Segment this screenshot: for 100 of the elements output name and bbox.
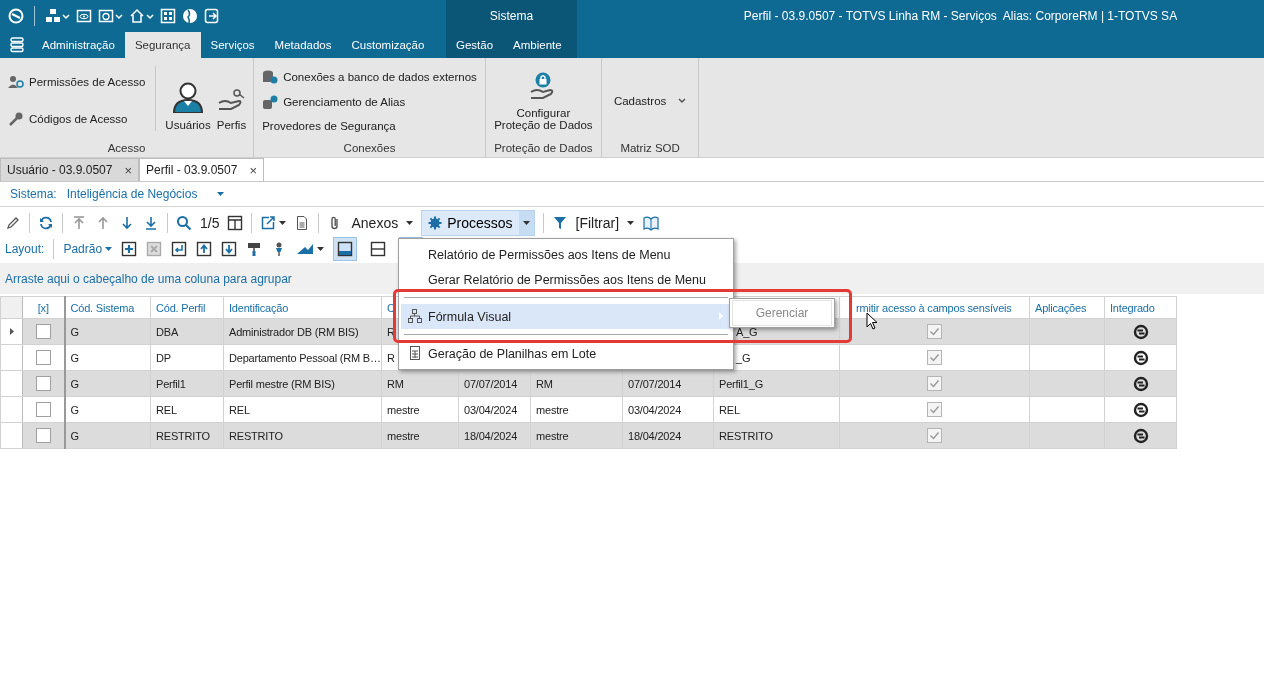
column-header[interactable]: [x] [37, 301, 49, 314]
sync-icon [1132, 427, 1149, 444]
table-cell: G [70, 403, 79, 416]
table-cell: R [387, 351, 395, 364]
add-row-icon[interactable] [121, 241, 138, 257]
home-icon[interactable] [129, 8, 145, 24]
ribbon-tab[interactable]: Customização [341, 32, 435, 58]
processes-button[interactable]: Processos [421, 209, 535, 236]
table-cell: G [70, 377, 79, 390]
checkbox[interactable] [35, 324, 51, 339]
panel-layout-icon [337, 241, 354, 257]
checkbox[interactable] [35, 350, 51, 365]
table-cell: G [70, 325, 79, 338]
columns-icon[interactable] [227, 214, 244, 231]
table-cell: mestre [536, 429, 569, 442]
exit-icon[interactable] [204, 8, 220, 24]
checkbox[interactable] [35, 402, 51, 417]
eye-window-icon[interactable] [76, 8, 92, 24]
system-dropdown[interactable]: Inteligência de Negócios [66, 187, 225, 201]
table-cell: Perfil1 [156, 377, 186, 390]
attachments-button[interactable]: Anexos [351, 214, 399, 231]
ribbon-dropdown[interactable]: Cadastros [605, 62, 695, 139]
panel-layout-icon [370, 241, 387, 257]
down-arrow-icon[interactable] [119, 214, 135, 231]
logo-icon[interactable] [8, 8, 24, 24]
menu-item[interactable]: Relatório de Permissões aos Itens de Menu [401, 242, 731, 267]
table-cell: RM [536, 377, 553, 390]
ribbon-button[interactable]: Provedores de Segurança [258, 118, 481, 135]
view-toggle[interactable] [333, 237, 358, 261]
refresh-window-icon[interactable] [98, 8, 114, 24]
table-cell: RM [387, 377, 404, 390]
caret-icon[interactable] [217, 191, 225, 197]
group-panel-hint: Arraste aqui o cabeçalho de uma coluna para agrupar [5, 271, 292, 286]
layout-dropdown[interactable]: Padrão [63, 242, 113, 256]
table-cell: _G [736, 351, 751, 364]
ribbon-tab[interactable]: Gestão [446, 32, 504, 58]
window-title: Perfil - 03.9.0507 - TOTVS Linha RM - Serviços Alias: CorporeRM | 1-TOTVS SA [743, 9, 1178, 23]
last-record-icon[interactable] [143, 214, 159, 231]
close-button[interactable]: × [124, 162, 132, 178]
search-icon[interactable] [176, 214, 192, 231]
table-cell: G [70, 351, 79, 364]
org-chart-icon[interactable] [45, 8, 61, 24]
export-icon[interactable] [260, 214, 277, 231]
ribbon-button[interactable]: Perfis [213, 62, 250, 139]
table-cell: RESTRITO [229, 429, 283, 442]
table-cell: Perfil1_G [719, 377, 764, 390]
table-cell: A_G [736, 325, 758, 338]
current-row-icon [8, 327, 15, 336]
ribbon-tab[interactable]: Ambiente [503, 32, 572, 58]
ribbon-button[interactable]: Permissões de Acesso [4, 72, 150, 93]
move-down-icon[interactable] [221, 241, 238, 257]
record-counter: 1/5 [200, 214, 220, 231]
table-cell: mestre [387, 429, 420, 442]
menu-icon[interactable] [10, 37, 24, 53]
sync-icon [1132, 375, 1149, 392]
caret-icon[interactable] [522, 219, 530, 226]
ribbon-button[interactable]: Conexões a banco de dados externos [258, 66, 481, 87]
checkbox[interactable] [35, 376, 51, 391]
document-tab[interactable]: Perfil - 03.9.0507 × [139, 158, 264, 181]
caret-icon[interactable] [105, 246, 113, 252]
table-cell: 03/04/2024 [464, 403, 518, 416]
ribbon-tab[interactable]: Metadados [264, 32, 342, 58]
caret-icon[interactable] [627, 219, 635, 226]
enter-icon[interactable] [171, 241, 188, 257]
field-label: Sistema: [10, 187, 57, 201]
ribbon-button[interactable]: Configurar Proteção de Dados [491, 62, 596, 139]
ribbon-tab[interactable]: Segurança [124, 32, 201, 58]
ribbon-group-label: Matriz SOD [620, 142, 680, 154]
table-cell: REL [719, 403, 740, 416]
move-up-icon[interactable] [196, 241, 213, 257]
menu-item[interactable]: Geração de Planilhas em Lote [401, 341, 731, 366]
first-record-icon[interactable] [71, 214, 87, 231]
filter-icon[interactable] [551, 214, 568, 231]
caret-icon[interactable] [317, 246, 325, 252]
globe-icon[interactable] [182, 8, 198, 24]
caret-icon[interactable] [406, 219, 414, 226]
menu-item[interactable]: Gerar Relatório de Permissões aos Itens de Menu [401, 267, 731, 292]
refresh-icon[interactable] [38, 214, 54, 231]
sync-icon [1132, 349, 1149, 366]
table-cell: REL [229, 403, 250, 416]
caret-icon[interactable] [678, 97, 687, 104]
table-cell: 18/04/2024 [464, 429, 518, 442]
book-icon[interactable] [642, 214, 661, 231]
key-icon[interactable] [8, 110, 24, 127]
filter-button[interactable]: [Filtrar] [575, 214, 620, 231]
ribbon-tab[interactable]: Serviços [200, 32, 265, 58]
ribbon-button[interactable]: Gerenciamento de Alias [258, 92, 481, 113]
close-button[interactable]: × [249, 162, 257, 178]
table-cell: Perfil mestre (RM BIS) [229, 377, 335, 390]
checkbox[interactable] [35, 428, 51, 443]
menu-item[interactable]: Fórmula Visual [401, 304, 731, 329]
caret-icon[interactable] [279, 219, 287, 226]
sync-icon [1132, 323, 1149, 340]
ribbon-button[interactable]: Usuários [162, 62, 214, 139]
paint-roller-icon[interactable] [246, 241, 263, 257]
ribbon-tab[interactable]: Administração [32, 32, 125, 58]
grid-window-icon[interactable] [160, 8, 176, 24]
user-icon[interactable] [172, 81, 205, 113]
ribbon-button[interactable]: Códigos de Acesso [4, 108, 150, 129]
document-tab[interactable]: Usuário - 03.9.0507 × [0, 158, 139, 181]
